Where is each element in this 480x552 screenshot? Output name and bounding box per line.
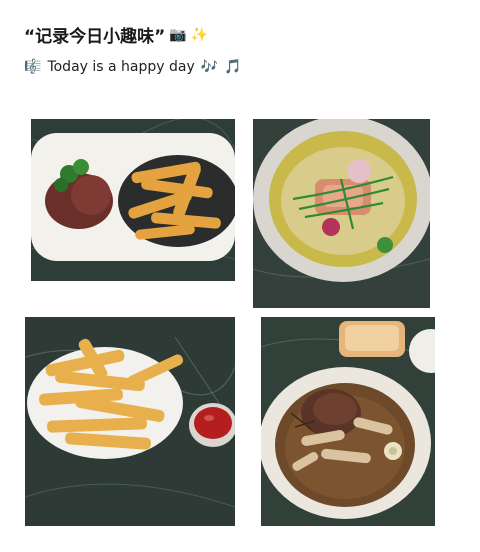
camera-icon: 📷 — [169, 26, 187, 43]
post-subtitle: Today is a happy day — [47, 59, 195, 75]
fish-risotto-photo[interactable] — [253, 119, 430, 308]
post-title-row: “记录今日小趣味” 📷 ✨ — [24, 22, 242, 48]
music-note-icon: 🎵 — [224, 59, 242, 75]
music-score-icon: 🎼 — [24, 59, 42, 75]
post-header: “记录今日小趣味” 📷 ✨ 🎼 Today is a happy day 🎶 🎵 — [24, 22, 242, 76]
post-subtitle-row: 🎼 Today is a happy day 🎶 🎵 — [24, 59, 242, 75]
duck-soup-photo[interactable] — [261, 317, 435, 526]
music-notes-icon: 🎶 — [200, 59, 219, 75]
sparkles-icon: ✨ — [190, 26, 209, 43]
steak-and-fries-photo[interactable] — [31, 119, 235, 281]
post-title: “记录今日小趣味” — [24, 27, 166, 47]
fries-with-ketchup-photo[interactable] — [25, 317, 235, 526]
